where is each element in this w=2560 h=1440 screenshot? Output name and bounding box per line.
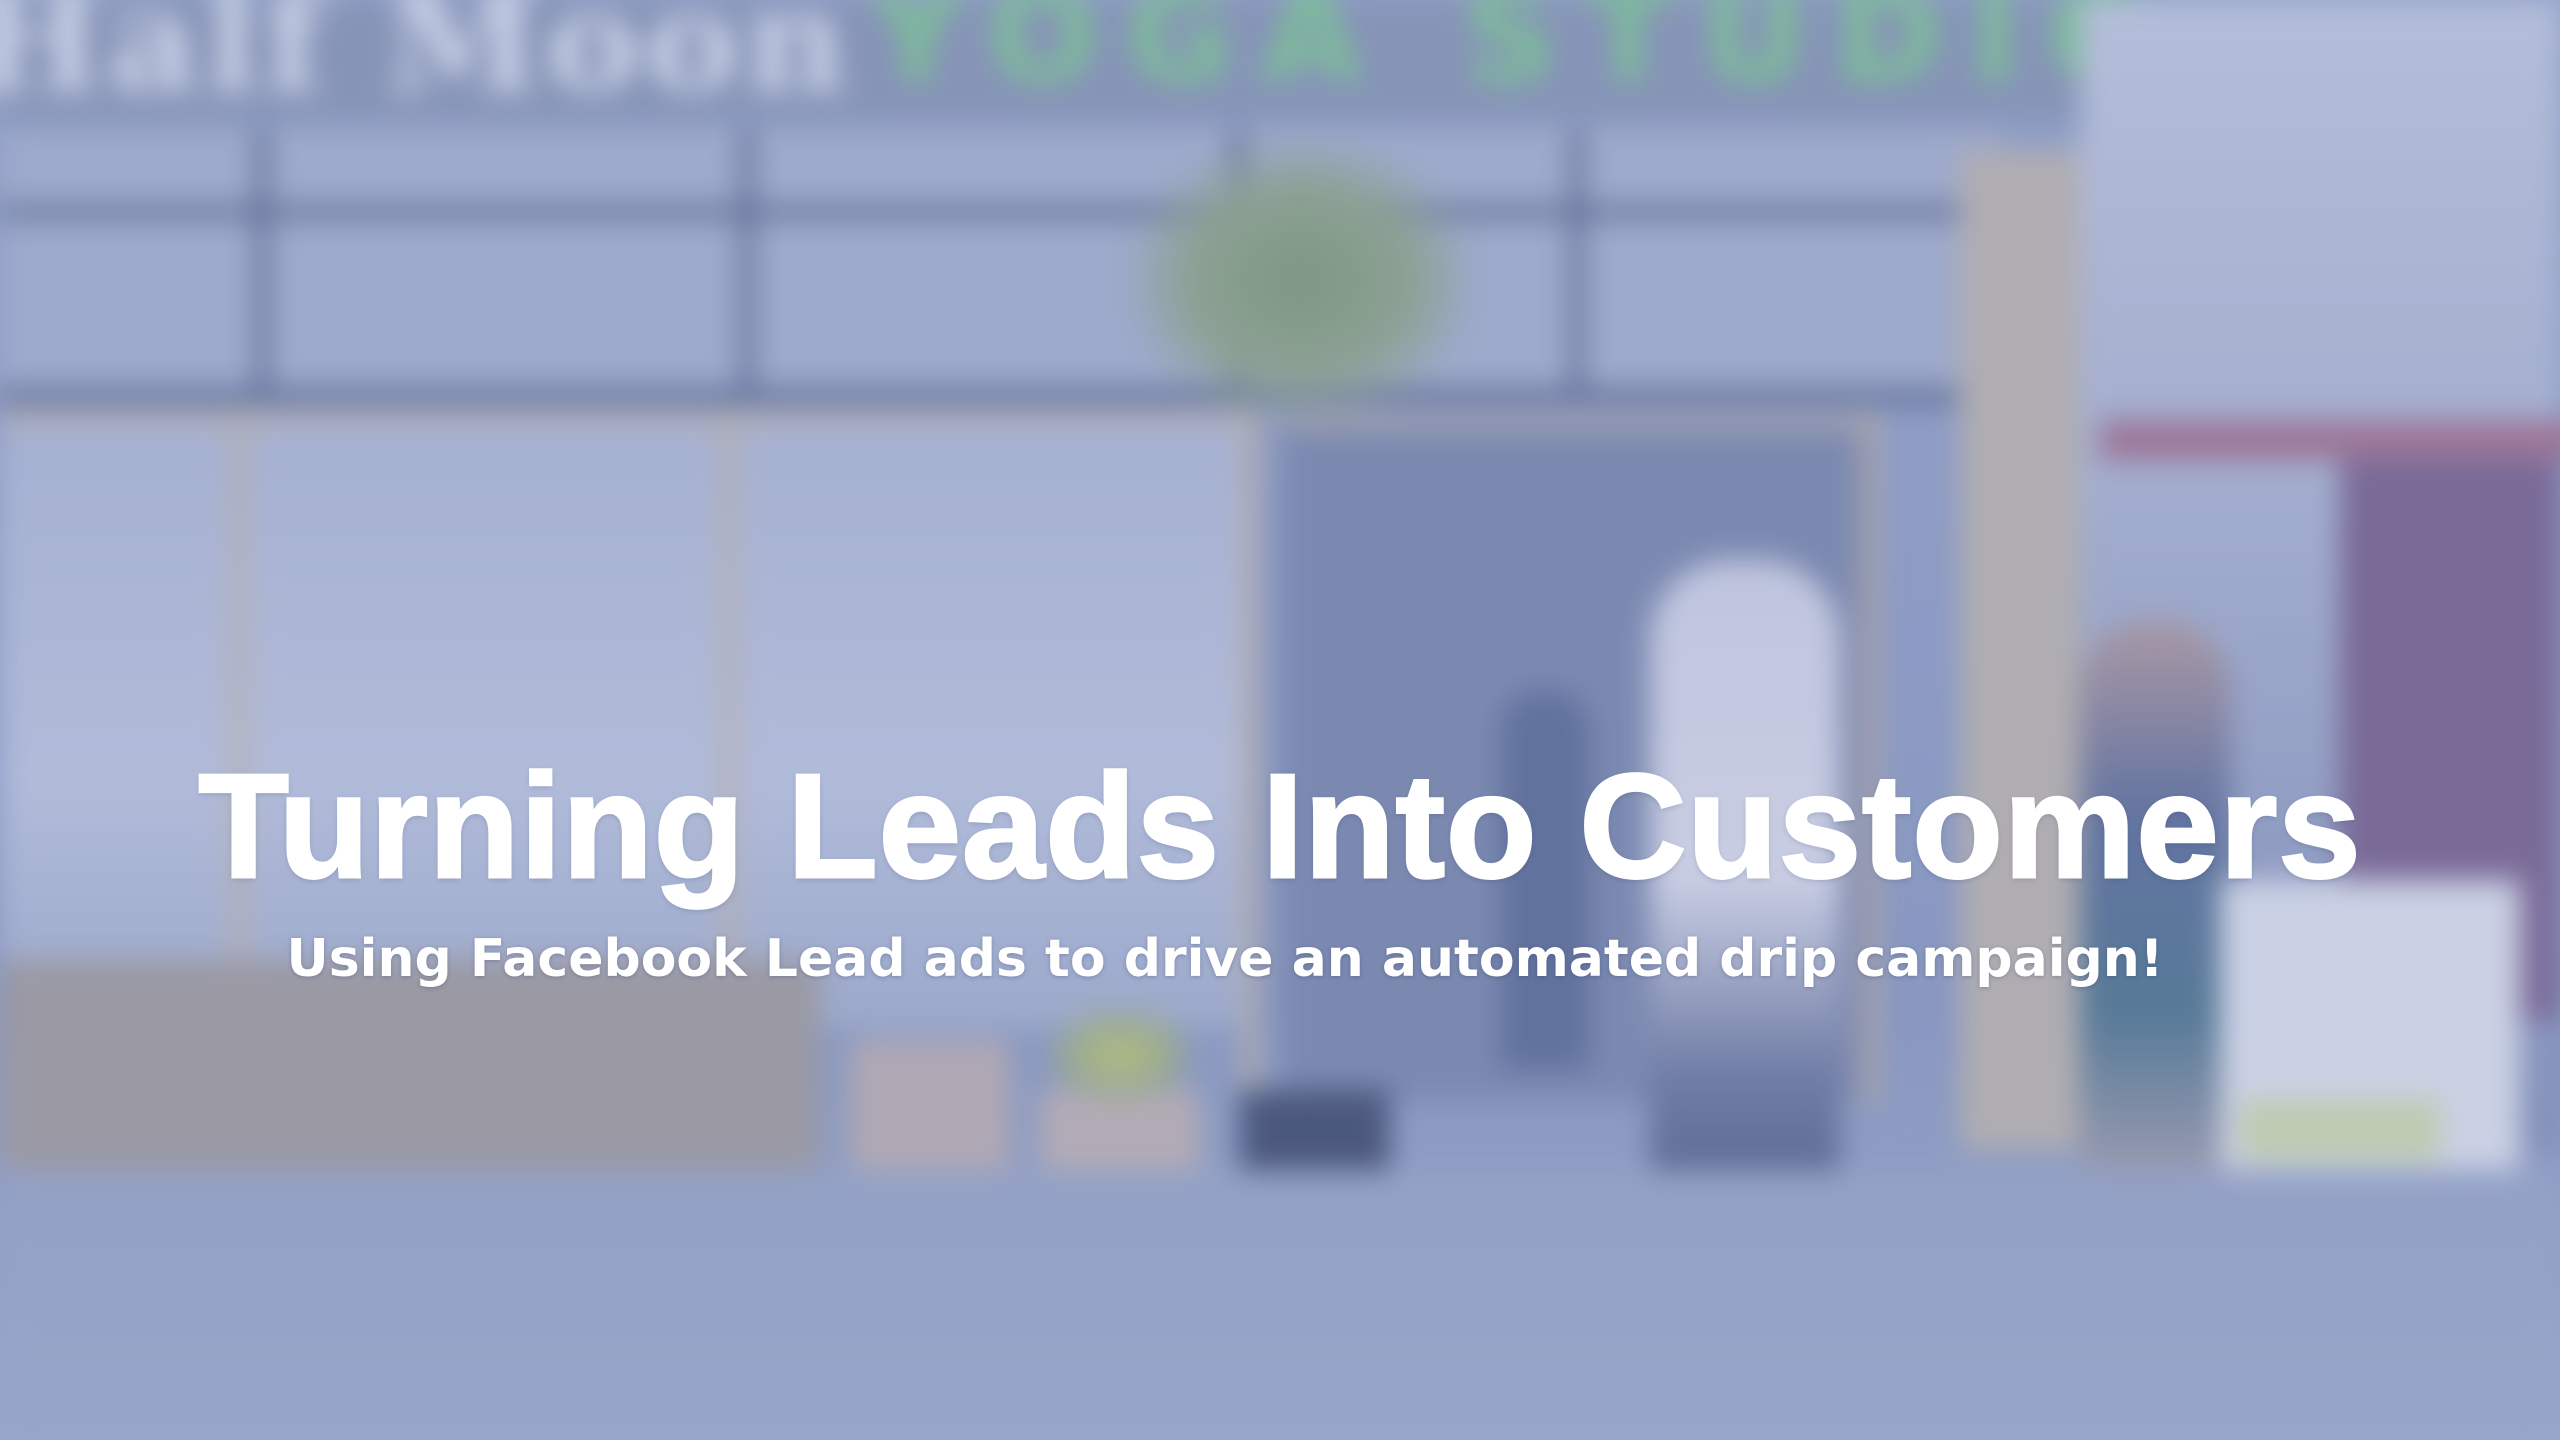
color-overlay (0, 0, 2560, 1440)
slide-subtitle: Using Facebook Lead ads to drive an auto… (286, 929, 2164, 989)
slide-title: Turning Leads Into Customers (197, 743, 2362, 911)
title-slide: Half Moon YOGA STUDIO Turning Leads Into… (0, 0, 2560, 1440)
